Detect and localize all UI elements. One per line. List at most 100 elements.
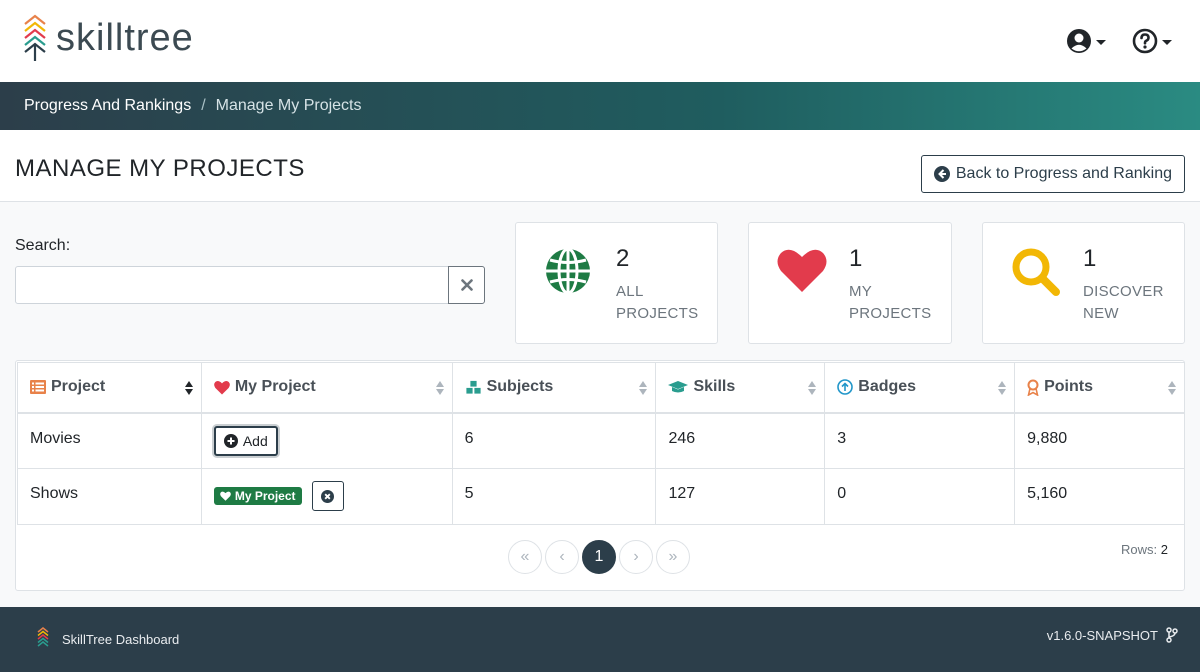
column-label: Subjects [486,378,554,396]
graduation-cap-icon [668,381,689,393]
breadcrumb-current: Manage My Projects [215,97,362,114]
discover-new-label: DISCOVER NEW [1083,281,1164,325]
add-to-my-projects-button[interactable]: Add [213,425,278,456]
skills-cell: 127 [655,468,826,525]
sort-toggle[interactable] [1168,381,1176,395]
remove-from-my-projects-button[interactable] [311,481,344,511]
heart-icon [214,380,230,395]
subjects-cell: 5 [451,468,657,525]
page-1-button[interactable]: 1 [582,540,616,574]
sort-toggle[interactable] [808,381,817,395]
label-line: MY [849,283,873,300]
first-page-button[interactable]: « [508,540,542,574]
page-title: MANAGE MY PROJECTS [15,155,305,182]
pagination: « ‹ 1 › » [508,540,690,574]
points-cell: 5,160 [1014,468,1185,525]
column-header-points[interactable]: Points [1014,362,1185,414]
column-header-skills[interactable]: Skills [655,362,826,414]
chevron-down-icon [1162,40,1172,45]
projects-table: Project My Project Subjects Skills Badge… [17,362,1185,525]
column-header-badges[interactable]: Badges [824,362,1016,414]
project-name-cell: Shows [17,468,202,525]
footer: SkillTree Dashboard v1.6.0-SNAPSHOT [0,607,1200,672]
next-page-button[interactable]: › [619,540,653,574]
arrow-circle-left-icon [933,166,950,182]
top-navbar: skilltree [0,0,1200,82]
logo-text: skilltree [56,16,194,59]
my-projects-count: 1 [849,245,863,272]
label-line: DISCOVER [1083,283,1164,300]
rows-value: 2 [1160,542,1168,557]
my-project-cell: Add [200,412,453,469]
column-header-my-project[interactable]: My Project [200,362,453,414]
question-circle-icon [1132,28,1158,54]
discover-new-card: 1 DISCOVER NEW [982,222,1185,344]
help-menu-dropdown[interactable] [1132,28,1172,54]
globe-icon [546,247,590,295]
search-input[interactable] [15,266,449,304]
label-line: PROJECTS [616,305,699,322]
version-label: v1.6.0-SNAPSHOT [1046,627,1158,643]
rows-count: Rows: 2 [1121,542,1168,557]
back-to-progress-button[interactable]: Back to Progress and Ranking [920,155,1185,193]
clear-search-button[interactable] [448,266,485,304]
arrow-circle-up-icon [837,379,854,396]
list-icon [30,380,46,395]
sort-toggle[interactable] [184,381,193,395]
prev-page-button[interactable]: ‹ [545,540,579,574]
my-project-badge: My Project [213,487,302,505]
heart-icon [777,249,827,292]
page-header: MANAGE MY PROJECTS Back to Progress and … [0,130,1200,202]
tree-logo-icon [24,14,46,61]
all-projects-count: 2 [616,245,630,272]
my-project-cell: My Project [200,468,453,525]
breadcrumb: Progress And Rankings / Manage My Projec… [0,82,1200,130]
user-circle-icon [1067,29,1091,53]
close-icon [460,279,473,291]
column-label: Skills [693,378,736,396]
discover-new-count: 1 [1083,245,1097,272]
chevron-down-icon [1096,40,1106,45]
table-row: Movies Add 6 246 3 9,880 [17,412,1185,469]
project-name-cell: Movies [17,412,202,469]
plus-circle-icon [223,433,238,448]
all-projects-card: 2 ALL PROJECTS [515,222,718,344]
badges-cell: 0 [824,468,1016,525]
column-label: My Project [234,378,316,396]
column-label: Project [51,378,106,396]
my-projects-label: MY PROJECTS [849,281,931,325]
last-page-button[interactable]: » [656,540,690,574]
cubes-icon [465,379,482,395]
skilltree-logo[interactable]: skilltree [22,14,194,62]
column-label: Points [1044,378,1093,396]
column-label: Badges [858,378,917,396]
sort-toggle[interactable] [639,381,648,395]
award-icon [1027,379,1039,396]
code-branch-icon[interactable] [1166,627,1178,643]
breadcrumb-progress-and-rankings[interactable]: Progress And Rankings [24,97,191,115]
search-icon [1012,248,1060,296]
column-header-subjects[interactable]: Subjects [451,362,657,414]
projects-table-panel: Project My Project Subjects Skills Badge… [15,360,1185,591]
column-header-project[interactable]: Project [17,362,202,414]
rows-label: Rows: [1121,542,1158,557]
label-line: NEW [1083,305,1119,322]
badges-cell: 3 [824,412,1016,469]
add-button-label: Add [242,432,268,449]
tree-logo-icon [37,627,49,647]
search-label: Search: [15,237,71,254]
breadcrumb-separator: / [201,97,206,114]
subjects-cell: 6 [451,412,657,469]
skills-cell: 246 [655,412,826,469]
my-projects-card: 1 MY PROJECTS [748,222,952,344]
label-line: PROJECTS [849,305,932,322]
table-row: Shows My Project 5 127 0 5,160 [17,468,1185,525]
sort-toggle[interactable] [435,381,444,395]
footer-title: SkillTree Dashboard [62,631,180,647]
back-button-label: Back to Progress and Ranking [955,165,1172,182]
my-project-badge-label: My Project [234,489,296,503]
sort-toggle[interactable] [998,381,1007,395]
all-projects-label: ALL PROJECTS [616,281,698,325]
times-circle-icon [321,489,335,503]
user-menu-dropdown[interactable] [1066,28,1106,54]
